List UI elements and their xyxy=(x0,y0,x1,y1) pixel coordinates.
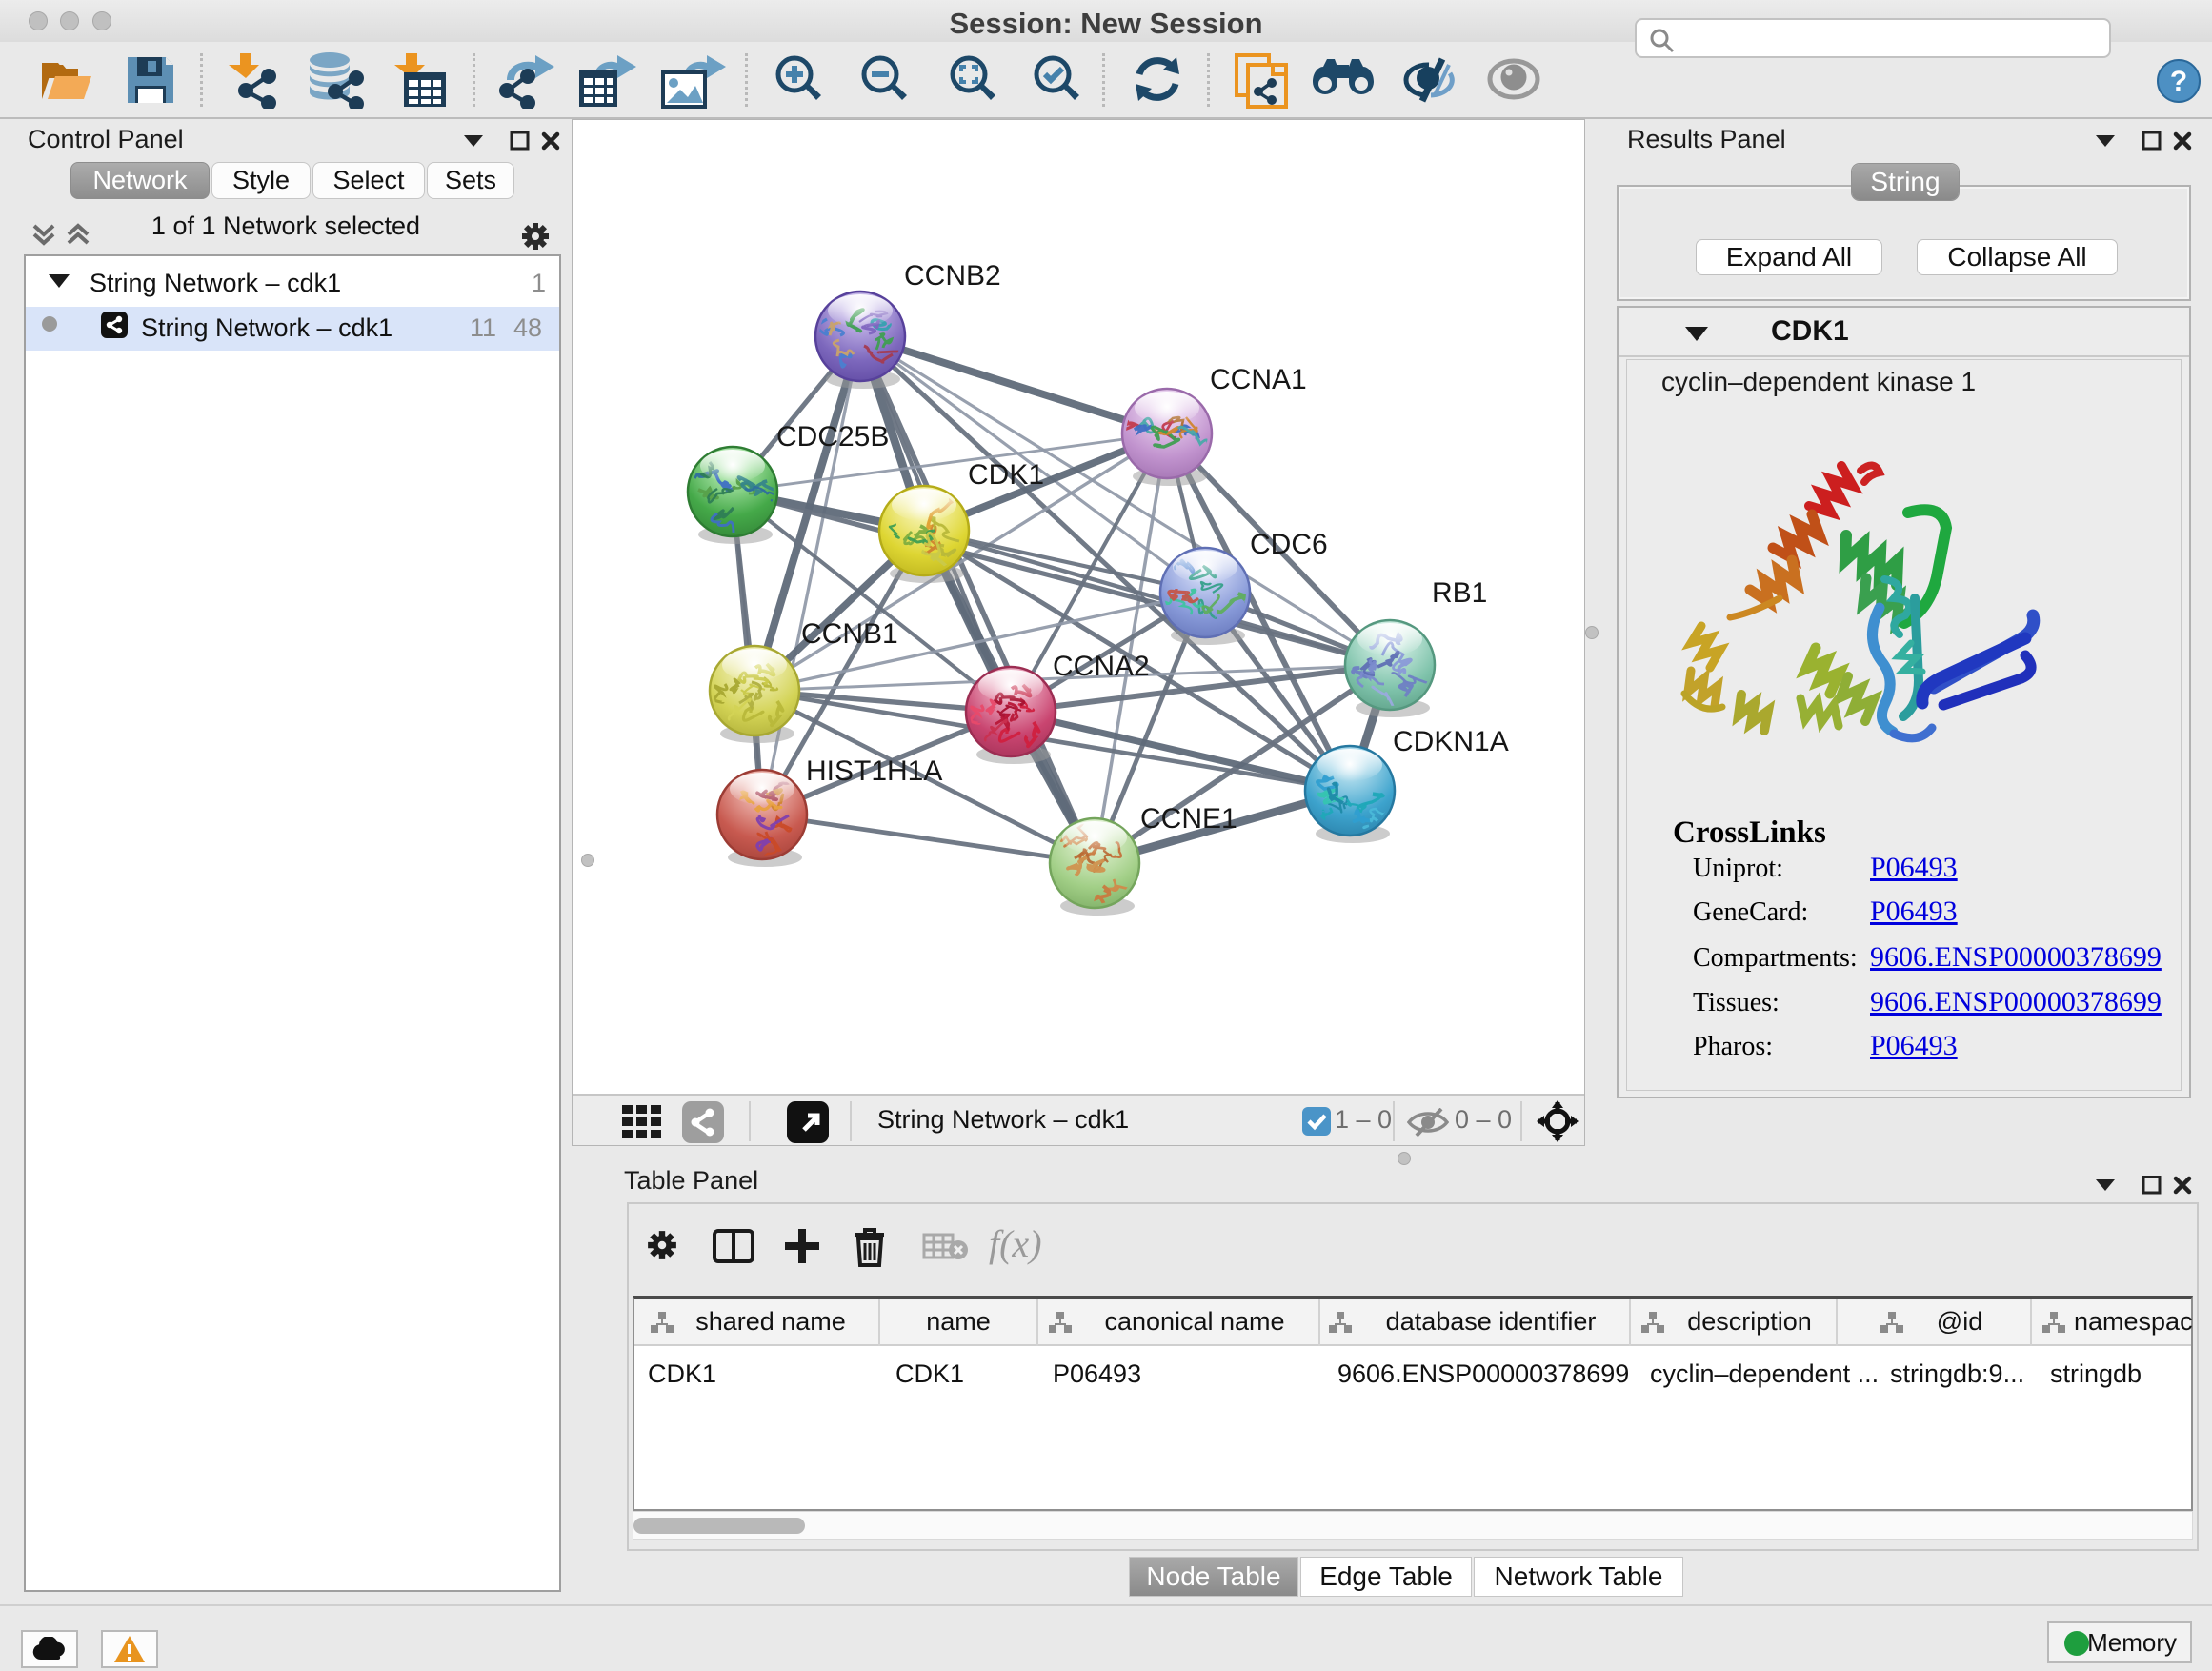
svg-text:CCNE1: CCNE1 xyxy=(1140,803,1237,835)
svg-text:CCNB1: CCNB1 xyxy=(801,618,898,650)
svg-text:CDC25B: CDC25B xyxy=(776,421,889,453)
svg-text:HIST1H1A: HIST1H1A xyxy=(806,755,942,787)
svg-text:CDK1: CDK1 xyxy=(968,459,1044,491)
svg-text:?: ? xyxy=(2170,66,2187,97)
svg-text:RB1: RB1 xyxy=(1432,577,1487,609)
svg-text:CCNA1: CCNA1 xyxy=(1210,364,1307,395)
svg-text:CDC6: CDC6 xyxy=(1250,529,1328,560)
svg-text:CDKN1A: CDKN1A xyxy=(1393,726,1509,757)
svg-text:CCNA2: CCNA2 xyxy=(1053,651,1150,682)
svg-text:CCNB2: CCNB2 xyxy=(904,260,1001,292)
